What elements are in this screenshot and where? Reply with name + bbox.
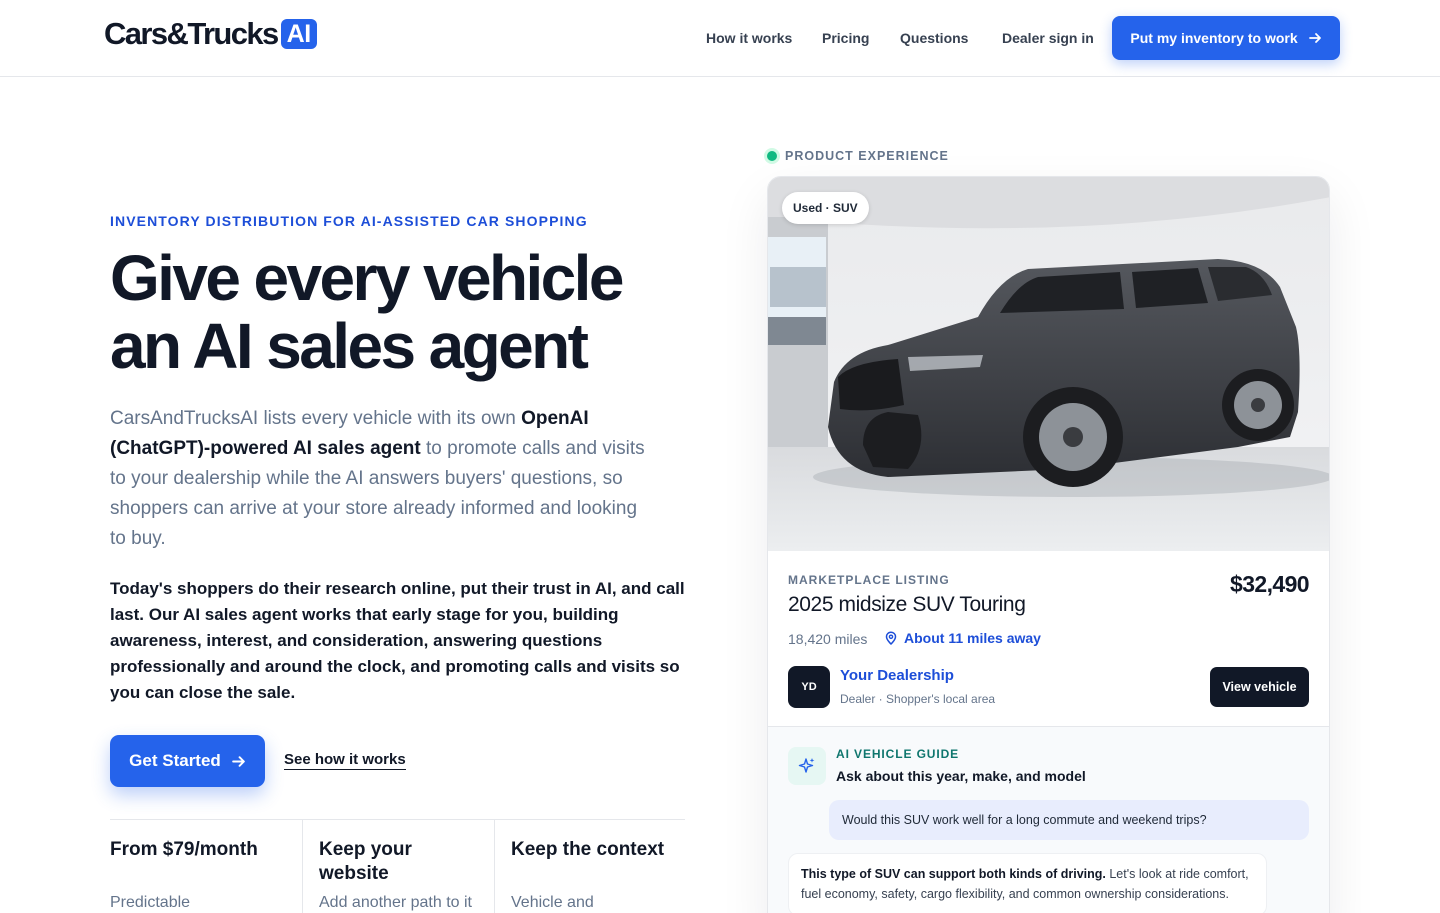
guide-label: AI VEHICLE GUIDE: [836, 747, 960, 761]
vehicle-price: $32,490: [1230, 571, 1310, 597]
feature-pricing: From $79/month Predictable: [110, 820, 302, 913]
guide-title: Ask about this year, make, and model: [836, 768, 1086, 784]
feature-strip: From $79/month Predictable Keep your web…: [110, 819, 685, 913]
vehicle-title[interactable]: 2025 midsize SUV Touring: [788, 593, 1026, 617]
cta-label: Put my inventory to work: [1130, 30, 1298, 46]
ai-vehicle-guide: AI VEHICLE GUIDE Ask about this year, ma…: [768, 726, 1329, 913]
feature-title: Keep your website: [319, 839, 412, 884]
feature-title: Keep the context: [511, 839, 665, 860]
vehicle-photo[interactable]: Used · SUV: [768, 177, 1329, 551]
nav-pricing[interactable]: Pricing: [822, 30, 869, 46]
nav-dealer-sign-in[interactable]: Dealer sign in: [1002, 30, 1094, 46]
get-started-label: Get Started: [129, 751, 221, 770]
nav-questions[interactable]: Questions: [900, 30, 968, 46]
feature-desc: Vehicle and: [511, 894, 594, 911]
feature-desc: Add another path to it: [319, 894, 472, 911]
see-how-it-works-link[interactable]: See how it works: [284, 751, 406, 770]
distance-label: About 11 miles away: [904, 630, 1041, 646]
status-dot-icon: [767, 151, 777, 161]
vehicle-distance: About 11 miles away: [884, 630, 1041, 646]
hero-eyebrow: INVENTORY DISTRIBUTION FOR AI-ASSISTED C…: [110, 213, 588, 229]
location-pin-icon: [885, 631, 897, 645]
feature-keep-website: Keep your website Add another path to it: [302, 820, 494, 913]
vehicle-tag: Used · SUV: [782, 192, 869, 224]
lead-start: CarsAndTrucksAI lists every vehicle with…: [110, 408, 522, 429]
dealer-name-link[interactable]: Your Dealership: [840, 667, 954, 684]
section-label: PRODUCT EXPERIENCE: [785, 149, 949, 163]
dealer-subtitle: Dealer · Shopper's local area: [840, 692, 996, 706]
ai-answer-bold: This type of SUV can support both kinds …: [801, 867, 1106, 881]
product-experience-label: PRODUCT EXPERIENCE: [767, 149, 949, 163]
hero-lead: CarsAndTrucksAI lists every vehicle with…: [110, 404, 655, 554]
listing-label: MARKETPLACE LISTING: [788, 573, 950, 587]
ai-message: This type of SUV can support both kinds …: [788, 853, 1267, 913]
logo-wordmark: Cars&Trucks: [104, 16, 279, 51]
arrow-right-icon: [231, 755, 245, 767]
sparkles-icon: [788, 747, 826, 785]
headline-line-2: an AI sales agent: [110, 310, 589, 382]
vehicle-listing-card: Used · SUV MARKETPLACE LISTING 2025 mids…: [767, 176, 1330, 913]
dealer-avatar: YD: [788, 666, 830, 708]
feature-title: From $79/month: [110, 839, 258, 860]
put-inventory-to-work-button[interactable]: Put my inventory to work: [1112, 16, 1340, 60]
arrow-right-icon: [1308, 33, 1321, 43]
vehicle-mileage: 18,420 miles: [788, 631, 868, 647]
site-logo[interactable]: Cars&Trucks AI: [104, 16, 317, 52]
hero-bold-paragraph: Today's shoppers do their research onlin…: [110, 579, 685, 702]
site-header: Cars&Trucks AI How it works Pricing Ques…: [0, 0, 1440, 77]
get-started-button[interactable]: Get Started: [110, 735, 265, 787]
logo-ai-badge: AI: [280, 19, 317, 49]
feature-desc: Predictable: [110, 894, 191, 911]
hero-headline: Give every vehicle an AI sales agent: [110, 244, 710, 380]
suv-illustration: [768, 177, 1329, 551]
nav-how-it-works[interactable]: How it works: [706, 30, 792, 46]
feature-keep-context: Keep the context Vehicle and: [494, 820, 685, 913]
user-message: Would this SUV work well for a long comm…: [829, 800, 1309, 840]
headline-line-1: Give every vehicle: [110, 242, 624, 314]
view-vehicle-button[interactable]: View vehicle: [1210, 667, 1309, 707]
